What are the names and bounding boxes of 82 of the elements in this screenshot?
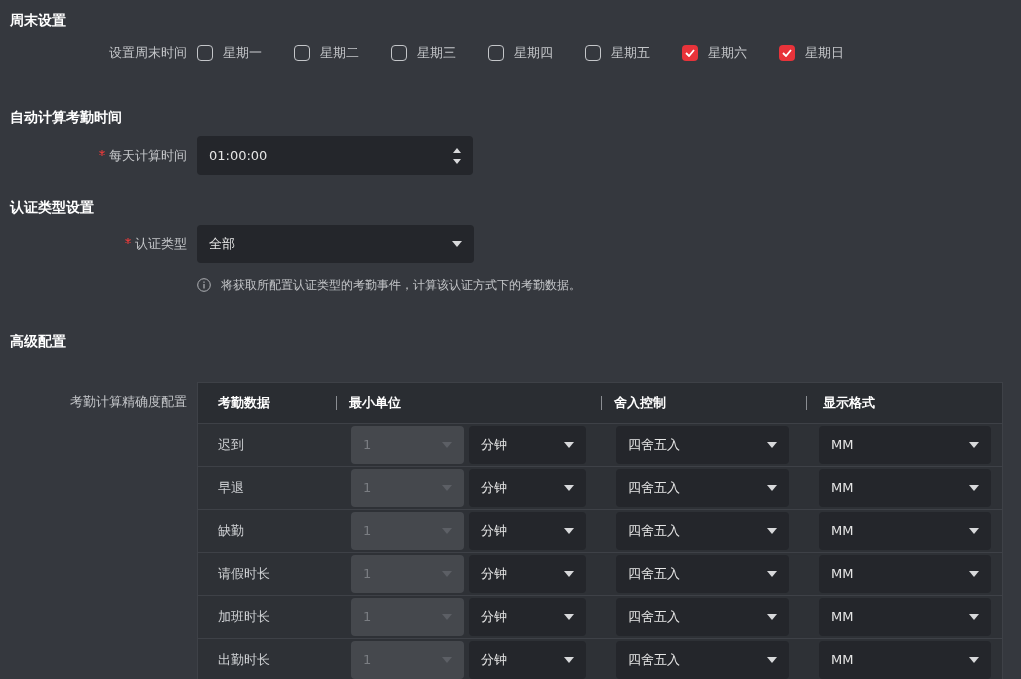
caret-icon xyxy=(442,528,452,534)
table-cell-text: 早退 xyxy=(217,479,245,498)
field-label: 考勤计算精确度配置 xyxy=(70,393,187,411)
caret-icon xyxy=(452,241,462,247)
caret-icon xyxy=(442,657,452,663)
caret-icon xyxy=(767,614,777,620)
caret-icon xyxy=(767,528,777,534)
checkmark-icon xyxy=(782,49,792,57)
field-label: 设置周末时间 xyxy=(109,44,187,63)
table-cell-text: 迟到 xyxy=(217,436,245,455)
dropdown[interactable]: MM xyxy=(819,598,991,636)
section-heading: 周末设置 xyxy=(10,11,67,30)
time-input[interactable]: 01:00:00 xyxy=(197,136,473,175)
table-cell-text: 出勤时长 xyxy=(217,651,271,670)
checkbox[interactable] xyxy=(294,45,310,61)
caret-icon xyxy=(442,485,452,491)
weekday-label: 星期二 xyxy=(320,44,359,63)
checkmark-icon xyxy=(685,49,695,57)
column-header: 显示格式 xyxy=(823,394,875,413)
section-heading: 认证类型设置 xyxy=(10,198,95,217)
caret-icon xyxy=(767,571,777,577)
checkbox[interactable] xyxy=(779,45,795,61)
caret-icon xyxy=(767,485,777,491)
caret-icon xyxy=(564,528,574,534)
dropdown[interactable]: MM xyxy=(819,469,991,507)
caret-icon xyxy=(564,571,574,577)
dropdown[interactable]: 全部 xyxy=(197,225,474,263)
weekday-label: 星期三 xyxy=(417,44,456,63)
checkbox[interactable] xyxy=(488,45,504,61)
field-label: 认证类型 xyxy=(135,235,187,254)
caret-icon xyxy=(564,485,574,491)
checkbox[interactable] xyxy=(585,45,601,61)
spinner-arrows-icon xyxy=(453,146,461,165)
dropdown[interactable]: MM xyxy=(819,641,991,679)
dropdown[interactable]: 分钟 xyxy=(469,555,586,593)
column-header: 考勤数据 xyxy=(217,394,271,413)
dropdown[interactable]: 四舍五入 xyxy=(616,512,789,550)
table-cell-text: 加班时长 xyxy=(217,608,271,627)
dropdown[interactable]: 分钟 xyxy=(469,641,586,679)
caret-icon xyxy=(564,657,574,663)
dropdown[interactable]: 四舍五入 xyxy=(616,598,789,636)
column-header: 舍入控制 xyxy=(614,394,666,413)
checkbox[interactable] xyxy=(391,45,407,61)
caret-icon xyxy=(969,571,979,577)
caret-icon xyxy=(442,442,452,448)
dropdown[interactable]: 分钟 xyxy=(469,469,586,507)
caret-icon xyxy=(969,657,979,663)
caret-icon xyxy=(442,571,452,577)
dropdown[interactable]: 分钟 xyxy=(469,512,586,550)
weekday-label: 星期六 xyxy=(708,44,747,63)
weekday-label: 星期五 xyxy=(611,44,650,63)
field-label: 每天计算时间 xyxy=(109,146,187,165)
dropdown[interactable]: 分钟 xyxy=(469,426,586,464)
table-cell-text: 请假时长 xyxy=(217,565,271,584)
section-heading: 高级配置 xyxy=(10,332,67,351)
dropdown[interactable]: MM xyxy=(819,512,991,550)
checkbox[interactable] xyxy=(197,45,213,61)
caret-icon xyxy=(564,614,574,620)
weekday-label: 星期四 xyxy=(514,44,553,63)
weekday-label: 星期日 xyxy=(805,44,844,63)
dropdown[interactable]: MM xyxy=(819,555,991,593)
caret-icon xyxy=(564,442,574,448)
weekday-label: 星期一 xyxy=(223,44,262,63)
caret-icon xyxy=(969,528,979,534)
table-cell-text: 缺勤 xyxy=(217,522,245,541)
caret-icon xyxy=(969,614,979,620)
dropdown[interactable]: 四舍五入 xyxy=(616,426,789,464)
info-icon xyxy=(197,278,211,292)
caret-icon xyxy=(442,614,452,620)
dropdown[interactable]: 四舍五入 xyxy=(616,555,789,593)
caret-icon xyxy=(767,442,777,448)
caret-icon xyxy=(969,485,979,491)
dropdown[interactable]: 四舍五入 xyxy=(616,469,789,507)
section-heading: 自动计算考勤时间 xyxy=(10,108,123,127)
dropdown[interactable]: MM xyxy=(819,426,991,464)
dropdown[interactable]: 分钟 xyxy=(469,598,586,636)
checkbox[interactable] xyxy=(682,45,698,61)
caret-icon xyxy=(969,442,979,448)
info-note: 将获取所配置认证类型的考勤事件，计算该认证方式下的考勤数据。 xyxy=(221,277,581,294)
column-header: 最小单位 xyxy=(349,394,401,413)
caret-icon xyxy=(767,657,777,663)
dropdown[interactable]: 四舍五入 xyxy=(616,641,789,679)
